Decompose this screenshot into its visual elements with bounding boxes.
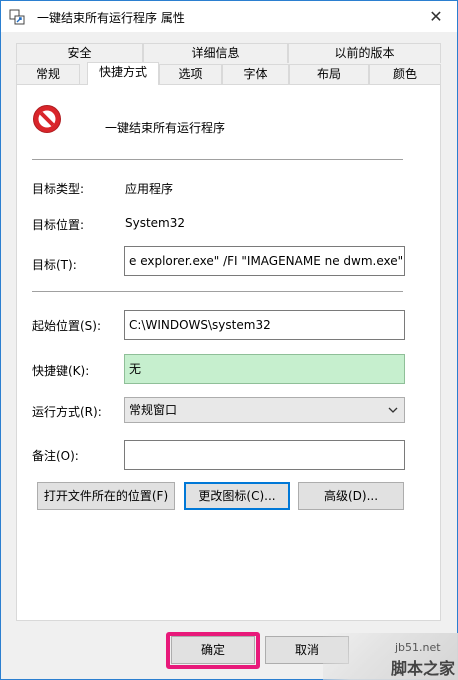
tab-font[interactable]: 字体 [222, 64, 289, 84]
close-icon: ✕ [429, 6, 443, 26]
shortcut-key-input[interactable]: 无 [124, 354, 405, 384]
target-location-value: System32 [125, 216, 186, 230]
watermark-name: 脚本之家 [391, 659, 456, 678]
chevron-down-icon [388, 407, 398, 413]
advanced-button[interactable]: 高级(D)... [298, 482, 404, 510]
tab-general[interactable]: 常规 [16, 64, 80, 84]
watermark-url: jb51.net [395, 641, 441, 654]
tab-details[interactable]: 详细信息 [143, 43, 288, 63]
tab-layout[interactable]: 布局 [289, 64, 369, 84]
ok-button-highlight [166, 632, 260, 669]
target-type-label: 目标类型: [32, 182, 85, 196]
shortcut-app-icon [9, 9, 25, 25]
title-bar: 一键结束所有运行程序 属性 ✕ [1, 1, 457, 32]
open-file-location-button[interactable]: 打开文件所在的位置(F) [37, 482, 175, 510]
no-entry-icon [33, 105, 61, 133]
shortcut-panel [16, 84, 441, 621]
app-name: 一键结束所有运行程序 [105, 121, 226, 135]
comment-label: 备注(O): [32, 449, 79, 463]
site-watermark: jb51.net 脚本之家 [323, 633, 458, 680]
close-button[interactable]: ✕ [421, 5, 451, 27]
start-in-label: 起始位置(S): [32, 319, 102, 333]
target-type-value: 应用程序 [125, 182, 174, 196]
run-select-value: 常规窗口 [129, 403, 178, 417]
properties-window: 一键结束所有运行程序 属性 ✕ 安全 详细信息 以前的版本 常规 快捷方式 选项… [0, 0, 458, 680]
target-input[interactable]: e explorer.exe" /FI "IMAGENAME ne dwm.ex… [124, 246, 405, 276]
tab-previous-versions[interactable]: 以前的版本 [288, 43, 441, 63]
start-in-input[interactable]: C:\WINDOWS\system32 [124, 310, 405, 340]
target-location-label: 目标位置: [32, 218, 85, 232]
window-title: 一键结束所有运行程序 属性 [37, 11, 185, 25]
shortcut-key-label: 快捷键(K): [32, 364, 90, 378]
separator [32, 159, 403, 160]
tab-colors[interactable]: 颜色 [369, 64, 441, 84]
tab-shortcut[interactable]: 快捷方式 [87, 62, 159, 85]
run-label: 运行方式(R): [32, 405, 102, 419]
tab-options[interactable]: 选项 [159, 64, 222, 84]
target-label: 目标(T): [32, 258, 77, 272]
run-select[interactable]: 常规窗口 [124, 397, 405, 423]
comment-input[interactable] [124, 440, 405, 470]
tab-security[interactable]: 安全 [16, 43, 143, 63]
change-icon-button[interactable]: 更改图标(C)... [184, 482, 290, 510]
separator [32, 291, 403, 292]
